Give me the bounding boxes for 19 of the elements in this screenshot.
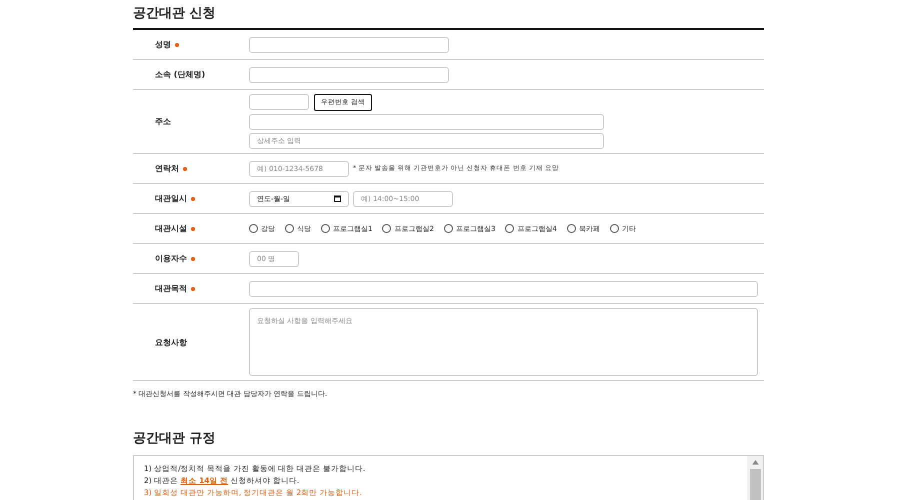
text-field[interactable]: [249, 94, 309, 110]
field-label: 요청사항: [155, 336, 187, 348]
field-label: 대관일시: [155, 193, 187, 204]
text-field[interactable]: [249, 66, 449, 82]
section-title: 공간대관 규정: [133, 430, 216, 447]
field-label: 성명: [155, 39, 171, 50]
field-label: 소속 (단체명): [155, 69, 206, 80]
field-label: 이용자수: [155, 253, 187, 264]
scroll-up-icon[interactable]: [752, 460, 758, 465]
field-label: 대관시설: [155, 223, 187, 234]
field-label: 연락처: [155, 163, 179, 174]
field-label: 주소: [155, 116, 171, 127]
text-field[interactable]: [249, 280, 758, 296]
calendar-icon: [334, 195, 341, 202]
section-title: 공간대관 신청: [133, 5, 216, 22]
text-field[interactable]: [249, 36, 449, 52]
field-label: 대관목적: [155, 283, 187, 294]
text-field[interactable]: [249, 114, 604, 130]
scrollbar[interactable]: [747, 456, 763, 500]
